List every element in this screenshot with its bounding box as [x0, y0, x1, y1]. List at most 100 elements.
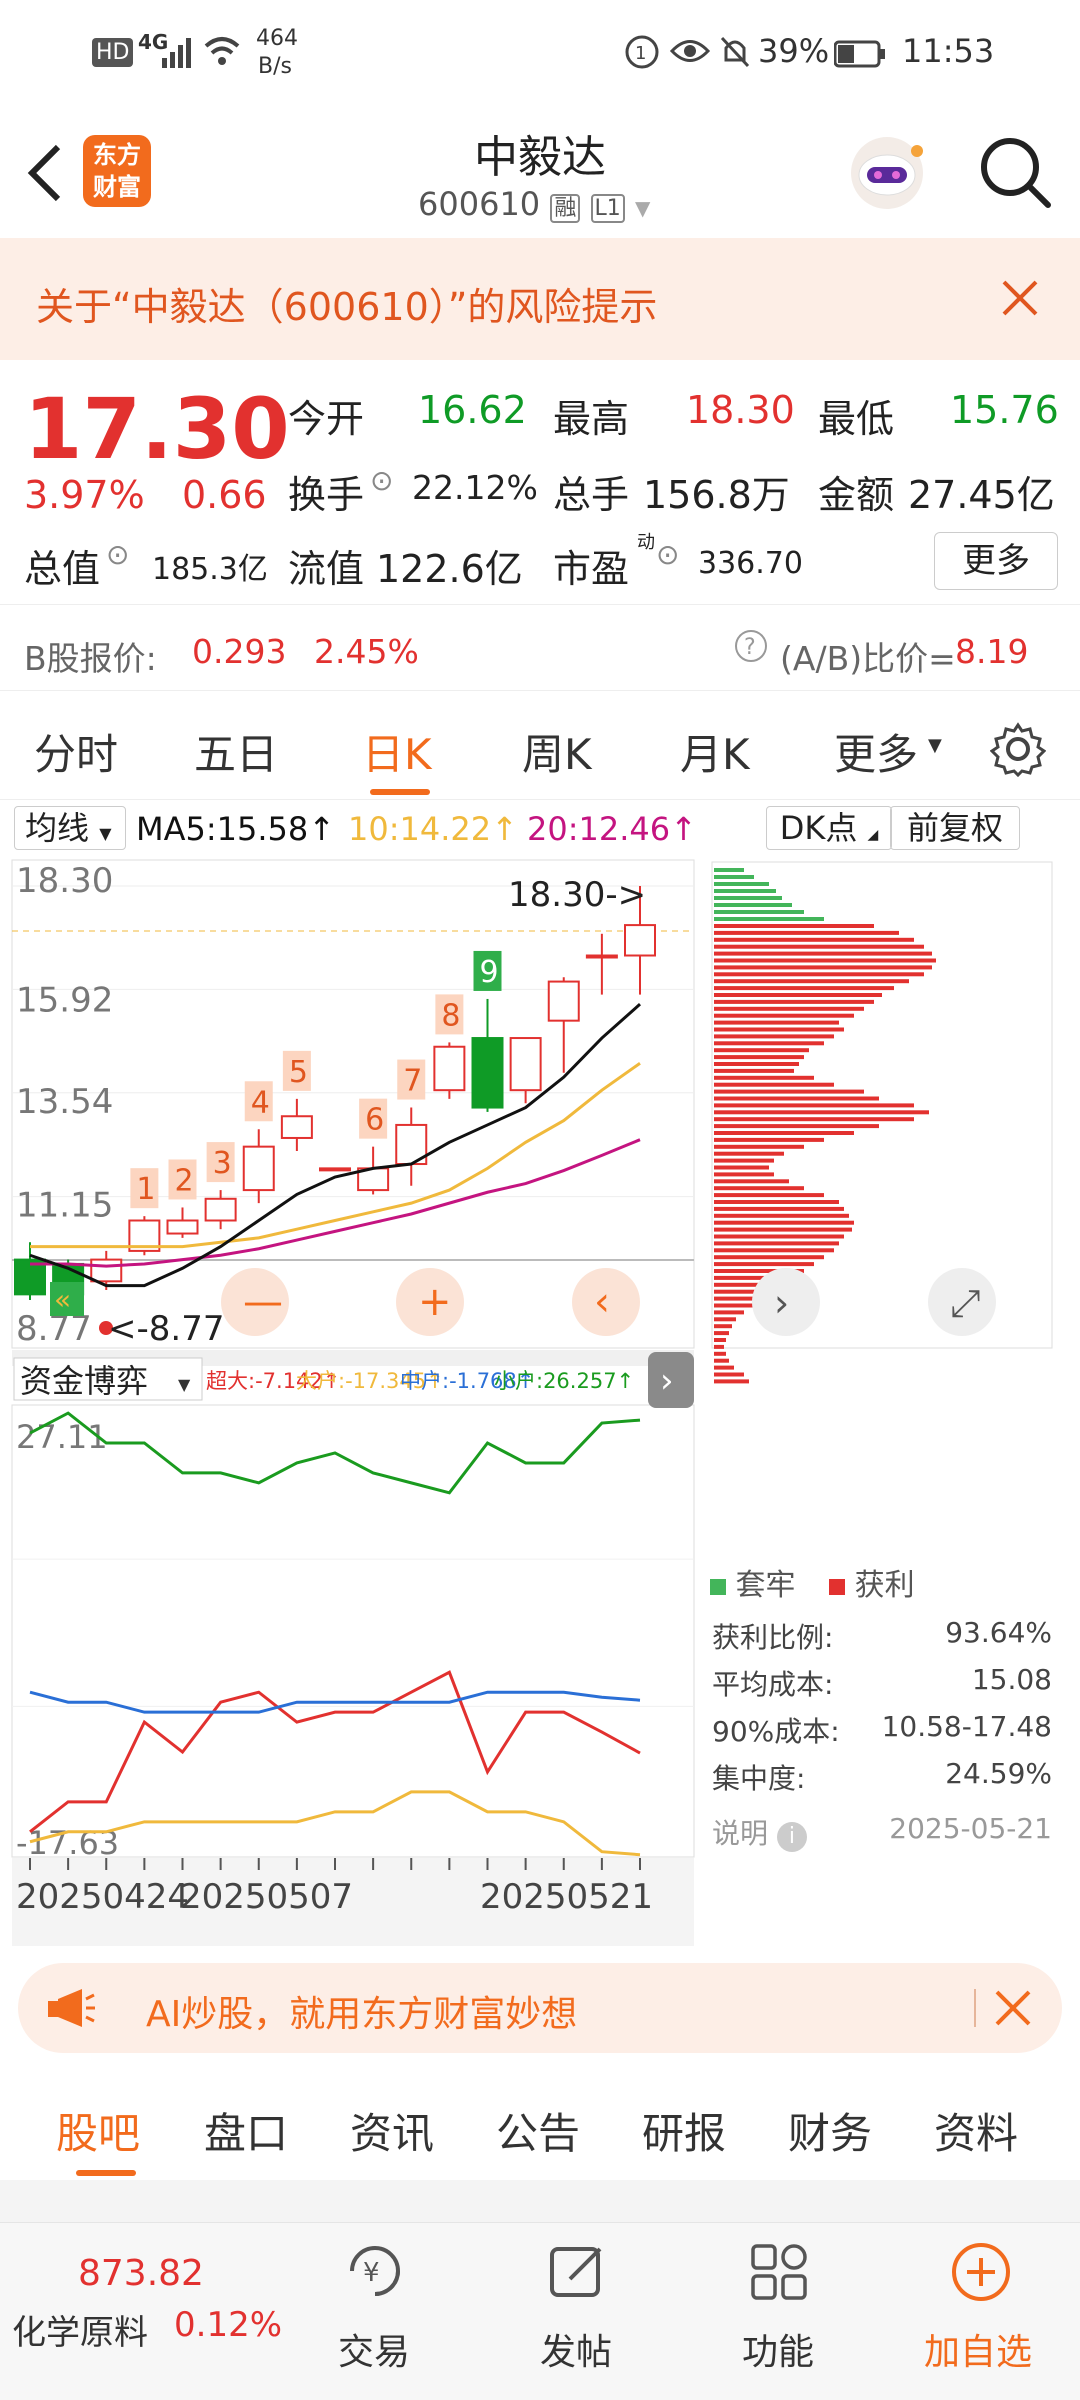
info-dots-icon[interactable]: ⊙: [656, 538, 679, 571]
tab-rik[interactable]: 日K: [362, 721, 432, 782]
tab-wuri[interactable]: 五日: [194, 721, 278, 782]
total-cap-value: 185.3亿: [152, 552, 268, 587]
ai-ad-banner[interactable]: AI炒股，就用东方财富妙想: [18, 1963, 1062, 2053]
eye-icon: [669, 36, 711, 74]
chip-bar-profit: [714, 1117, 914, 1122]
chip-bar-profit: [714, 1179, 789, 1184]
dk-label: 8: [441, 998, 460, 1033]
rong-badge: 融: [550, 194, 581, 223]
svg-text:¥: ¥: [363, 2258, 380, 2288]
chip-bar-profit: [714, 1172, 774, 1177]
help-circle-icon[interactable]: ?: [733, 628, 769, 668]
dnd-icon: 1: [624, 34, 660, 78]
tab-gonggao[interactable]: 公告: [496, 2100, 580, 2161]
current-price: 17.30: [24, 380, 290, 478]
chip-bar-profit: [714, 1144, 804, 1149]
chip-bar-profit: [714, 1220, 854, 1225]
chip-bar-profit: [714, 1303, 754, 1308]
chip-bar-profit: [714, 1131, 854, 1135]
turnover-value: 22.12%: [412, 468, 538, 507]
chip-stat-label: 平均成本:: [712, 1668, 834, 1701]
function-grid-icon[interactable]: [750, 2243, 808, 2305]
level-badge: L1: [590, 194, 625, 223]
chip-bar-profit: [714, 1234, 844, 1239]
tab-fenshi[interactable]: 分时: [34, 721, 118, 782]
fund-indicator-label: 资金博弈: [20, 1362, 148, 1400]
tab-caiwu[interactable]: 财务: [788, 2100, 872, 2161]
chip-bar-profit: [714, 1048, 809, 1053]
sector-percent: 0.12%: [174, 2305, 283, 2345]
risk-warning-banner[interactable]: 关于“中毅达（600610）”的风险提示: [0, 238, 1080, 360]
tab-ziliao[interactable]: 资料: [934, 2100, 1018, 2161]
bottom-action-bar: 873.82 化学原料 0.12% ¥ 交易 发帖 功能 加自选: [0, 2222, 1080, 2400]
chip-bar-profit: [714, 1351, 726, 1356]
chip-bar-trapped: [714, 896, 782, 900]
ab-ratio-label[interactable]: (A/B)比价=: [780, 632, 956, 680]
y-tick-label: 18.30: [16, 861, 113, 901]
chip-stat-value: 15.08: [971, 1663, 1052, 1696]
speed-value: 464: [256, 26, 298, 51]
tab-yanbao[interactable]: 研报: [642, 2100, 726, 2161]
battery-percent: 39%: [758, 32, 830, 70]
volume-label: 总手: [553, 473, 630, 517]
tab-zhouk[interactable]: 周K: [522, 721, 592, 782]
chip-bar-trapped: [714, 868, 744, 872]
add-plus-icon[interactable]: [950, 2241, 1012, 2307]
high-value: 18.30: [686, 388, 795, 432]
chip-bar-profit: [714, 1089, 864, 1094]
x-tick-label: 20250507: [180, 1877, 353, 1917]
info-dots-icon[interactable]: ⊙: [106, 538, 129, 571]
chip-next-icon: ›: [774, 1281, 789, 1325]
candle-up: [433, 1045, 466, 1092]
robot-avatar-icon[interactable]: [845, 129, 929, 217]
chip-stat-row: 获利比例: 93.64%: [712, 1616, 1052, 1663]
tab-pankou[interactable]: 盘口: [204, 2100, 288, 2161]
chip-bar-profit: [714, 1262, 814, 1267]
feed-strip: [0, 2180, 1080, 2222]
dk-label: 2: [175, 1163, 194, 1198]
speed-unit: B/s: [258, 54, 292, 79]
trade-button[interactable]: 交易: [338, 2323, 410, 2375]
chip-stat-label: 90%成本:: [712, 1715, 840, 1748]
chip-bar-profit: [714, 1013, 854, 1018]
info-dots-icon[interactable]: ⊙: [370, 464, 393, 497]
tab-yuek[interactable]: 月K: [680, 721, 750, 782]
chip-legend: 套牢 获利: [710, 1560, 915, 1604]
sector-index-value[interactable]: 873.82: [78, 2253, 204, 2294]
chip-bar-profit: [714, 1241, 839, 1246]
chip-bar-profit: [714, 1096, 879, 1101]
total-cap-label: 总值: [24, 547, 101, 591]
dk-label: 4: [251, 1085, 270, 1120]
candle-up: [585, 954, 618, 959]
chip-date: 2025-05-21: [889, 1812, 1052, 1845]
close-icon[interactable]: [1002, 280, 1038, 320]
settings-gear-icon[interactable]: [989, 721, 1047, 781]
candle-up: [166, 1219, 199, 1235]
chevron-right-icon: ›: [660, 1361, 674, 1401]
post-button[interactable]: 发帖: [540, 2323, 612, 2375]
y-tick-label: 13.54: [16, 1082, 113, 1122]
tab-more[interactable]: 更多: [834, 721, 918, 782]
ab-ratio-value: 8.19: [955, 632, 1029, 671]
add-watchlist-button[interactable]: 加自选: [924, 2323, 1032, 2375]
stock-code-row[interactable]: 600610 融 L1 ▼: [418, 185, 650, 223]
dk-label: 5: [289, 1055, 308, 1090]
pe-label: 市盈: [553, 547, 630, 591]
tab-guba[interactable]: 股吧: [56, 2100, 140, 2161]
info-icon[interactable]: i: [776, 1822, 807, 1852]
tab-zixun[interactable]: 资讯: [350, 2100, 434, 2161]
chip-note-label[interactable]: 说明: [712, 1817, 768, 1850]
sector-name[interactable]: 化学原料: [12, 2305, 148, 2354]
search-icon[interactable]: [978, 135, 1052, 213]
chip-bar-profit: [714, 1338, 726, 1342]
close-icon[interactable]: [994, 1989, 1032, 2031]
status-bar: HD 4G 464 B/s 1 39% 11:53: [0, 0, 1080, 105]
chip-bar-trapped: [714, 875, 754, 879]
function-button[interactable]: 功能: [742, 2323, 814, 2375]
battery-icon: [833, 38, 886, 76]
post-edit-icon[interactable]: [548, 2241, 608, 2305]
chip-bar-profit: [714, 965, 932, 970]
chip-bar-profit: [714, 1068, 794, 1073]
trade-yen-icon[interactable]: ¥: [342, 2241, 408, 2305]
more-button[interactable]: 更多: [934, 532, 1058, 590]
